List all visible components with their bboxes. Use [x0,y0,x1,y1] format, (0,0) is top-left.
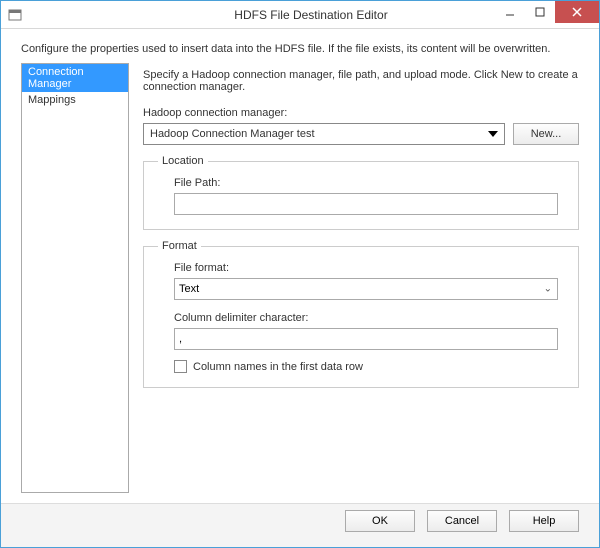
filepath-label: File Path: [174,177,558,189]
format-legend: Format [158,240,201,252]
dialog-footer: OK Cancel Help [1,503,599,547]
column-names-checkbox-label: Column names in the first data row [193,361,363,373]
connection-manager-label: Hadoop connection manager: [143,107,579,119]
close-button[interactable] [555,1,599,23]
location-group: Location File Path: [143,155,579,230]
sidebar-item-connection-manager[interactable]: Connection Manager [22,64,128,92]
location-legend: Location [158,155,208,167]
fileformat-select[interactable] [174,278,558,300]
connection-manager-dropdown[interactable]: Hadoop Connection Manager test [143,123,505,145]
sidebar-item-mappings[interactable]: Mappings [22,92,128,108]
delimiter-input[interactable] [174,328,558,350]
format-group: Format File format: ⌄ Column delimiter c… [143,240,579,388]
fileformat-label: File format: [174,262,558,274]
title-bar: HDFS File Destination Editor [1,1,599,29]
help-button[interactable]: Help [509,510,579,532]
app-icon [7,7,23,23]
ok-button[interactable]: OK [345,510,415,532]
delimiter-label: Column delimiter character: [174,312,558,324]
content-panel: Specify a Hadoop connection manager, fil… [143,63,579,493]
minimize-button[interactable] [495,1,525,23]
panel-instruction: Specify a Hadoop connection manager, fil… [143,69,579,93]
dropdown-caret-icon [488,131,498,137]
page-list: Connection Manager Mappings [21,63,129,493]
connection-manager-value: Hadoop Connection Manager test [150,128,315,140]
cancel-button[interactable]: Cancel [427,510,497,532]
maximize-button[interactable] [525,1,555,23]
new-connection-button[interactable]: New... [513,123,579,145]
dialog-description: Configure the properties used to insert … [1,29,599,63]
column-names-checkbox[interactable] [174,360,187,373]
window-controls [495,1,599,28]
filepath-input[interactable] [174,193,558,215]
